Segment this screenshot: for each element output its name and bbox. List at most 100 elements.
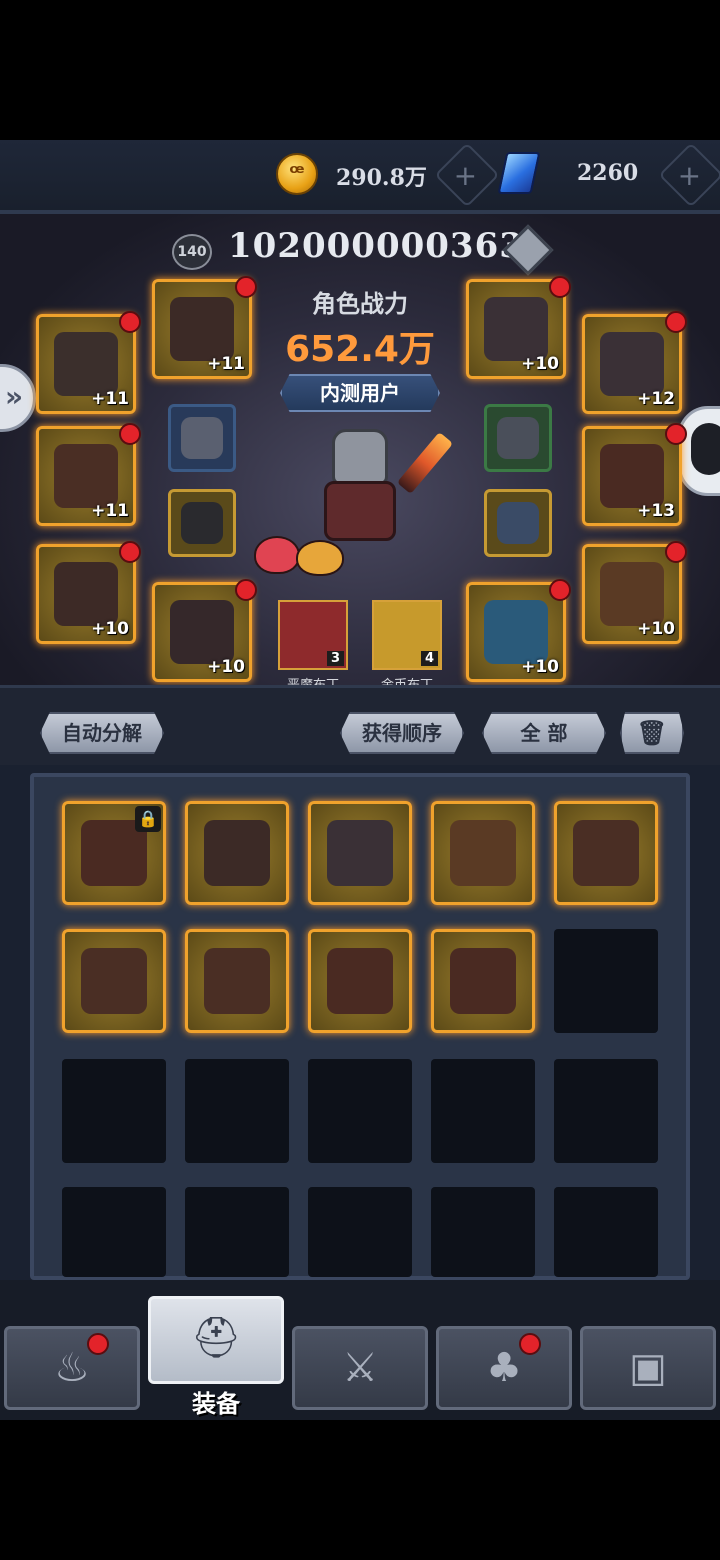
equip-slot-3[interactable]: +11 (36, 423, 141, 526)
empty-slot[interactable] (62, 1187, 166, 1277)
empty-slot[interactable] (554, 1187, 658, 1277)
coin-icon: ꟹ (276, 153, 318, 195)
enhance-level: +12 (637, 389, 675, 409)
enhance-level: +10 (637, 619, 675, 639)
empty-slot[interactable] (554, 929, 658, 1033)
empty-slot[interactable] (308, 1059, 412, 1163)
gauntlet-item-icon (600, 332, 664, 396)
hero-helmet (332, 429, 388, 485)
inventory-item[interactable] (308, 929, 412, 1033)
enhance-level: +10 (91, 619, 129, 639)
alert-dot (87, 1333, 109, 1355)
resource-bar: ꟹ 290.8万 + 2260 + (0, 140, 720, 210)
inventory-item[interactable] (431, 801, 535, 905)
empty-slot[interactable] (431, 1187, 535, 1277)
costume-slot-2[interactable] (168, 489, 236, 557)
equip-slot-4[interactable]: +10 (36, 541, 141, 644)
hero-body (324, 481, 396, 541)
boots-item-icon (170, 600, 234, 664)
auto-decompose-button[interactable]: 自动分解 (40, 712, 164, 754)
helmet-icon: ⛑ (190, 1315, 242, 1361)
empty-slot[interactable] (431, 1059, 535, 1163)
chest-armor-icon (496, 416, 540, 460)
pet-count: 3 (326, 651, 344, 666)
tree-icon: ♣ (486, 1345, 522, 1391)
equip-slot-6[interactable]: +10 (466, 276, 571, 379)
pet-slot-gold-pudding[interactable]: 4 (372, 600, 442, 670)
tester-tag: 内测用户 (280, 374, 440, 412)
equip-slot-9[interactable]: +10 (582, 541, 687, 644)
alert-dot (665, 423, 687, 445)
empty-slot[interactable] (185, 1187, 289, 1277)
costume-slot-1[interactable] (168, 404, 236, 472)
gold-amount: 290.8万 (336, 165, 427, 191)
knight-helm-icon (180, 416, 224, 460)
alert-dot (665, 541, 687, 563)
helmet-item-icon (203, 819, 271, 887)
sword-item-icon (326, 947, 394, 1015)
inventory-item[interactable] (554, 801, 658, 905)
inventory-item[interactable] (185, 801, 289, 905)
game-screen: ꟹ 290.8万 + 2260 + 140 102000000363 角色战力 … (0, 140, 720, 1420)
inventory-item[interactable]: 🔒 (62, 801, 166, 905)
trash-icon[interactable]: 🗑 (620, 712, 684, 754)
add-gem-button[interactable]: + (658, 142, 720, 208)
shield-item-icon (54, 444, 118, 508)
empty-slot[interactable] (185, 1059, 289, 1163)
alert-dot (549, 579, 571, 601)
enhance-level: +13 (637, 501, 675, 521)
gauntlet-item-icon (326, 819, 394, 887)
inventory-grid: 🔒 (30, 773, 690, 1280)
bottom-nav: ♨ ⛑ 装备 ⚔ ♣ ▣ (0, 1280, 720, 1420)
enhance-level: +10 (521, 354, 559, 374)
equip-slot-7[interactable]: +12 (582, 311, 687, 414)
inventory-item[interactable] (431, 929, 535, 1033)
helmet-item-icon (170, 297, 234, 361)
equip-slot-8[interactable]: +13 (582, 423, 687, 526)
sword-item-icon (600, 444, 664, 508)
costume-slot-3[interactable] (484, 404, 552, 472)
nav-equipment-label: 装备 (192, 1390, 240, 1418)
equip-slot-10[interactable]: +10 (466, 579, 571, 682)
equip-slot-2[interactable]: +11 (152, 276, 257, 379)
sort-order-button[interactable]: 获得顺序 (340, 712, 464, 754)
pet-slot-demon-pudding[interactable]: 3 (278, 600, 348, 670)
nav-battle[interactable]: ⚔ (292, 1326, 428, 1410)
alert-dot (119, 423, 141, 445)
hero-character (310, 429, 410, 549)
add-gold-button[interactable]: + (434, 142, 500, 208)
inventory-item[interactable] (185, 929, 289, 1033)
nav-equipment[interactable]: ⛑ (148, 1296, 284, 1384)
equip-slot-5[interactable]: +10 (152, 579, 257, 682)
penguin-avatar-button[interactable] (678, 406, 720, 496)
sword-item-icon (449, 947, 517, 1015)
empty-slot[interactable] (62, 1059, 166, 1163)
level-badge: 140 (172, 234, 212, 270)
alert-dot (235, 579, 257, 601)
magic-lamp-icon (496, 501, 540, 545)
lock-icon: 🔒 (135, 806, 161, 832)
chest-icon: ▣ (629, 1345, 667, 1391)
empty-slot[interactable] (554, 1059, 658, 1163)
ring-item-icon (484, 600, 548, 664)
costume-slot-4[interactable] (484, 489, 552, 557)
filter-all-button[interactable]: 全 部 (482, 712, 606, 754)
alert-dot (665, 311, 687, 333)
inventory-item[interactable] (62, 929, 166, 1033)
expand-left-button[interactable]: » (0, 364, 36, 432)
enhance-level: +11 (91, 389, 129, 409)
alert-dot (549, 276, 571, 298)
inventory-item[interactable] (308, 801, 412, 905)
campfire-icon: ♨ (54, 1345, 90, 1391)
inventory-toolbar: 自动分解 获得顺序 全 部 🗑 (0, 685, 720, 765)
shield-item-icon (572, 819, 640, 887)
leggings-item-icon (54, 562, 118, 626)
empty-slot[interactable] (308, 1187, 412, 1277)
nav-forest[interactable]: ♣ (436, 1326, 572, 1410)
nav-campfire[interactable]: ♨ (4, 1326, 140, 1410)
equip-slot-1[interactable]: +11 (36, 311, 141, 414)
nav-chest[interactable]: ▣ (580, 1326, 716, 1410)
swords-icon: ⚔ (342, 1345, 378, 1391)
alert-dot (235, 276, 257, 298)
necklace-item-icon (600, 562, 664, 626)
